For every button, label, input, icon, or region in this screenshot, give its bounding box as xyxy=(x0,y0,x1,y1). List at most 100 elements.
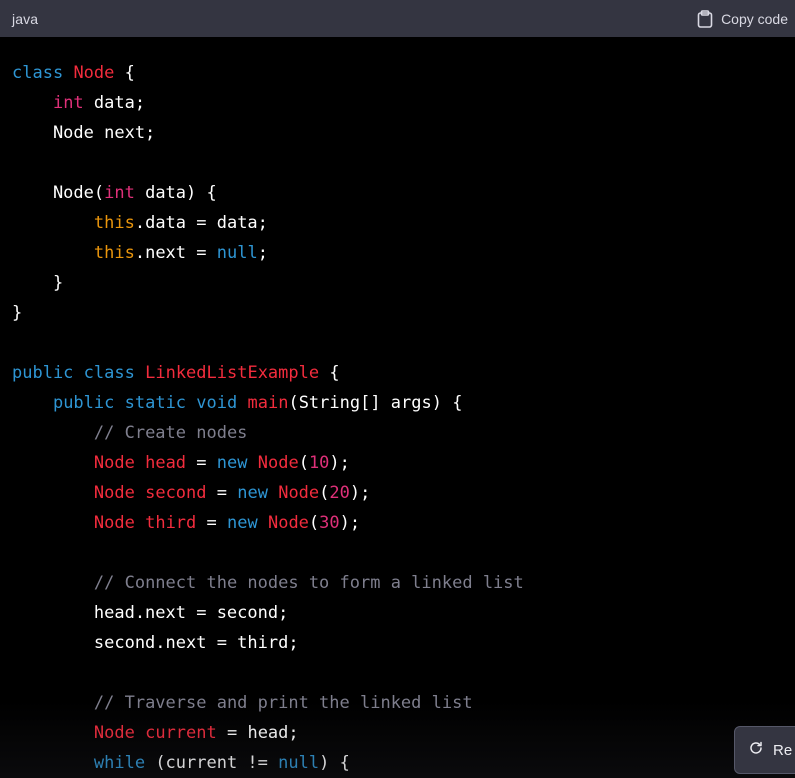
code-line: // Traverse and print the linked list xyxy=(12,688,524,718)
regenerate-label: Re xyxy=(773,741,793,759)
code-line: this.data = data; xyxy=(12,208,524,238)
code-line: this.next = null; xyxy=(12,238,524,268)
code-token: LinkedListExample xyxy=(145,363,320,383)
code-block: java Copy code class Node { int data; No… xyxy=(0,0,795,778)
code-line: class Node { xyxy=(12,58,524,88)
code-token: = xyxy=(196,513,227,533)
code-line: while (current != null) { xyxy=(12,748,524,778)
copy-code-label: Copy code xyxy=(721,10,788,27)
code-token: { xyxy=(319,363,340,383)
code-token: // Create nodes xyxy=(93,423,248,443)
code-token: static xyxy=(124,393,187,413)
copy-code-button[interactable]: Copy code xyxy=(697,9,788,28)
code-token: new xyxy=(237,483,268,503)
code-token: ) { xyxy=(319,753,350,773)
code-token: = head; xyxy=(216,723,299,743)
code-token: main xyxy=(247,393,289,413)
code-token: third xyxy=(145,513,197,533)
code-token: ); xyxy=(329,453,350,473)
code-token: Node xyxy=(73,63,115,83)
code-token: (String[] args) { xyxy=(288,393,463,413)
code-token: Node xyxy=(278,483,320,503)
code-token: = xyxy=(186,453,217,473)
code-token: ( xyxy=(308,513,320,533)
code-token: ); xyxy=(339,513,361,533)
code-token: Node xyxy=(267,513,309,533)
code-line: // Connect the nodes to form a linked li… xyxy=(12,568,524,598)
code-token: void xyxy=(196,393,238,413)
code-token: // Traverse and print the linked list xyxy=(93,693,473,713)
code-token: head.next = second; xyxy=(12,603,289,623)
code-line: } xyxy=(12,298,524,328)
code-token: class xyxy=(83,363,135,383)
code-line: Node(int data) { xyxy=(12,178,524,208)
code-token: ( xyxy=(319,483,330,503)
code-line: Node current = head; xyxy=(12,718,524,748)
code-token: .data = data; xyxy=(134,213,268,233)
code-token: second.next = third; xyxy=(12,633,299,653)
code-token: public xyxy=(12,363,74,383)
code-token: ( xyxy=(298,453,309,473)
code-token: new xyxy=(216,453,248,473)
code-token: this xyxy=(93,213,135,233)
language-label: java xyxy=(12,10,39,27)
code-line: int data; xyxy=(12,88,524,118)
code-token: ; xyxy=(257,243,268,263)
code-token: new xyxy=(227,513,258,533)
code-token: // Connect the nodes to form a linked li… xyxy=(93,573,524,593)
code-token: ); xyxy=(349,483,371,503)
regenerate-button[interactable]: Re xyxy=(734,726,795,774)
code-token: = xyxy=(206,483,238,503)
code-token: current xyxy=(145,723,217,743)
code-line: Node head = new Node(10); xyxy=(12,448,524,478)
code-token: while xyxy=(93,753,146,773)
code-token: 20 xyxy=(329,483,350,503)
code-token: (current != xyxy=(145,753,279,773)
code-token: 30 xyxy=(319,513,340,533)
code-token: data) { xyxy=(134,183,217,203)
clipboard-icon xyxy=(697,9,713,28)
code-line: Node second = new Node(20); xyxy=(12,478,524,508)
code-token: Node xyxy=(93,513,135,533)
code-token: Node xyxy=(93,453,135,473)
code-token: second xyxy=(145,483,207,503)
code-token: head xyxy=(145,453,187,473)
code-line: // Create nodes xyxy=(12,418,524,448)
code-token: int xyxy=(104,183,135,203)
code-token: Node xyxy=(93,483,135,503)
code-line: public static void main(String[] args) { xyxy=(12,388,524,418)
code-token: this xyxy=(93,243,135,263)
code-token: public xyxy=(52,393,115,413)
code-token: null xyxy=(216,243,258,263)
code-token: } xyxy=(12,273,64,293)
code-token: Node xyxy=(93,723,135,743)
code-token: } xyxy=(12,303,23,323)
code-token: .next = xyxy=(134,243,217,263)
code-line: Node third = new Node(30); xyxy=(12,508,524,538)
code-token: Node( xyxy=(12,183,105,203)
